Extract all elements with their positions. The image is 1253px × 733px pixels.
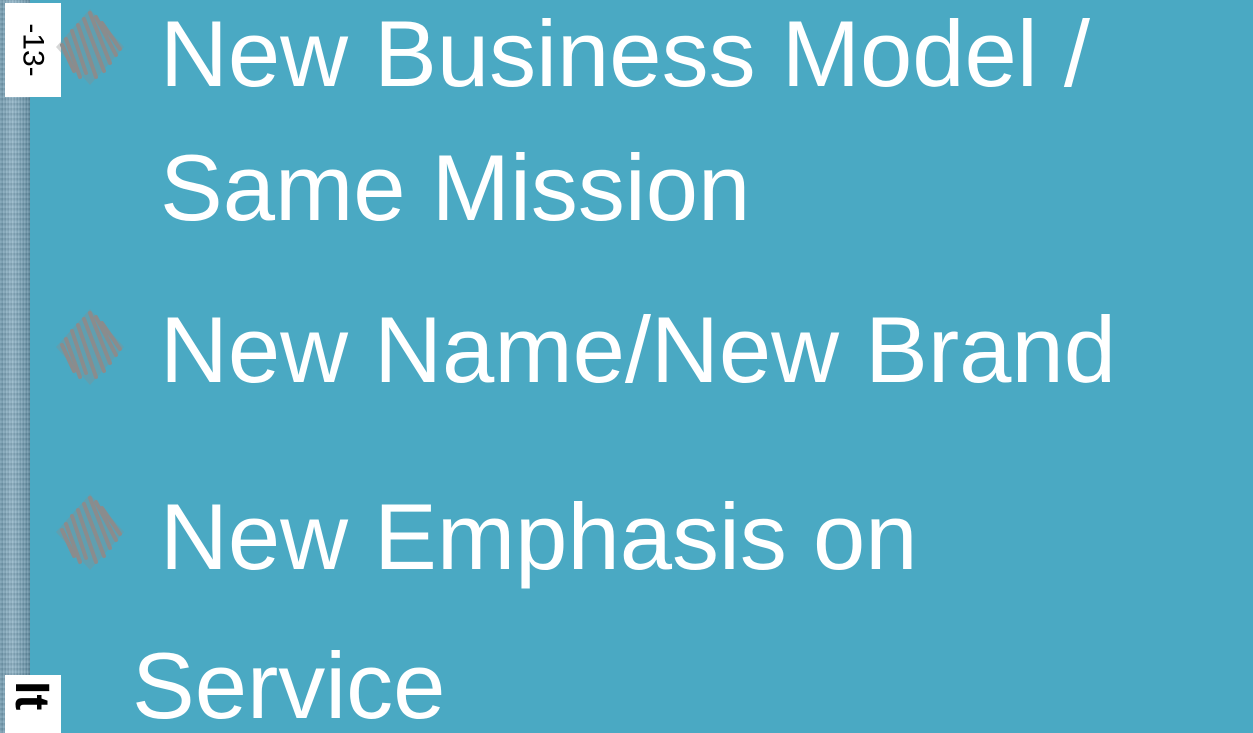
- slide: -13- It New Business Model / Same Missio…: [0, 0, 1253, 733]
- corner-label-fragment: It: [5, 681, 58, 711]
- left-texture-strip: [0, 0, 30, 733]
- bullet-1-line-2: Same Mission: [160, 135, 751, 240]
- bullet-2-line-1: New Name/New Brand: [160, 297, 1117, 402]
- bullet-3-line-1: New Emphasis on: [160, 484, 918, 589]
- bullet-3-line-2: Service: [132, 633, 446, 733]
- diamond-scribble-icon: [56, 494, 124, 570]
- page-number: -13-: [16, 23, 50, 77]
- diamond-scribble-icon: [56, 309, 124, 385]
- diamond-scribble-icon: [56, 9, 124, 85]
- corner-label-box: It: [5, 675, 61, 733]
- bullet-1-line-1: New Business Model /: [160, 1, 1090, 106]
